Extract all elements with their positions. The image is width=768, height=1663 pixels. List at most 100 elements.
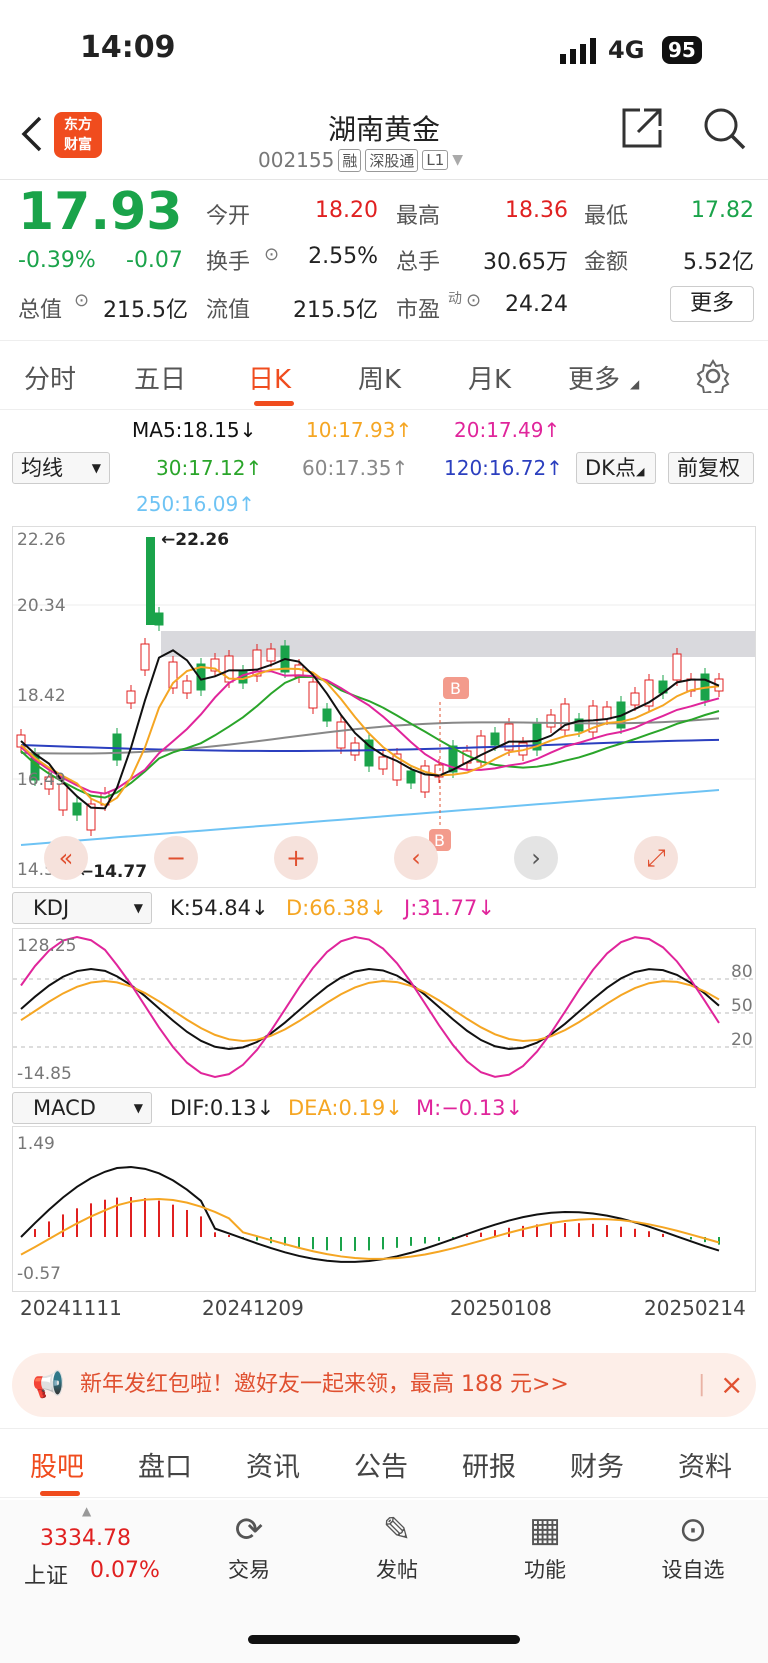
tag-connect: 深股通 — [365, 148, 419, 172]
tab-daily-k[interactable]: 日K — [248, 359, 291, 396]
zoom-in-icon[interactable]: + — [274, 836, 318, 880]
tab-research[interactable]: 研报 — [462, 1445, 516, 1484]
turnover-label: 换手 — [206, 250, 251, 275]
dock-post[interactable]: ✎ 发帖 — [342, 1510, 452, 1584]
change-value: -0.07 — [126, 248, 183, 273]
tab-more[interactable]: 更多 — [568, 359, 620, 396]
index-name: 上证 — [24, 1564, 69, 1589]
promo-text[interactable]: 新年发红包啦！邀好友一起来领，最高 188 元>> — [80, 1353, 569, 1417]
date-label: 20250108 — [450, 1296, 552, 1320]
tag-level: L1 — [422, 150, 449, 170]
gear-icon[interactable] — [696, 359, 730, 393]
macd-dea: DEA:0.19↓ — [288, 1096, 403, 1120]
tab-order-book[interactable]: 盘口 — [138, 1445, 192, 1484]
kdj-level-50: 50 — [731, 996, 753, 1016]
candle — [126, 690, 136, 704]
kdj-level-80: 80 — [731, 962, 753, 982]
tab-forum[interactable]: 股吧 — [30, 1445, 84, 1484]
volume-label: 总手 — [396, 250, 441, 275]
candle — [350, 742, 360, 756]
bottom-dock: ▲ 3334.78 上证 0.07% ⟳ 交易 ✎ 发帖 ▦ 功能 ⊙ 设自选 — [0, 1500, 768, 1663]
candle — [154, 612, 164, 626]
macd-y-top: 1.49 — [17, 1134, 55, 1154]
ma5-value: MA5:18.15↓ — [132, 418, 257, 442]
candle — [140, 643, 150, 671]
more-button[interactable]: 更多 — [670, 286, 754, 322]
more-icon: ⊙ — [678, 1510, 708, 1550]
y-label-top: 22.26 — [17, 530, 66, 550]
pe-sup: 动 — [448, 291, 462, 307]
pe-label: 市盈 — [396, 298, 441, 323]
tab-finance[interactable]: 财务 — [570, 1445, 624, 1484]
clock: 14:09 — [80, 30, 176, 65]
dock-function[interactable]: ▦ 功能 — [490, 1510, 600, 1584]
index-value[interactable]: 3334.78 — [40, 1526, 131, 1551]
tab-announcements[interactable]: 公告 — [354, 1445, 408, 1484]
kdj-d: D:66.38↓ — [286, 896, 387, 920]
candle — [476, 735, 486, 763]
tab-intraday[interactable]: 分时 — [24, 359, 76, 396]
kdj-chart[interactable]: 128.25 -14.85 80 50 20 — [12, 928, 756, 1088]
home-indicator — [248, 1635, 520, 1644]
candle — [490, 732, 500, 746]
kdj-selector[interactable]: KDJ ▼ — [12, 892, 152, 924]
gap-band — [161, 631, 755, 657]
info-icon[interactable]: ⊙ — [264, 244, 279, 265]
macd-dif: DIF:0.13↓ — [170, 1096, 275, 1120]
info-icon[interactable]: ⊙ — [466, 290, 481, 311]
dock-watchlist[interactable]: ⊙ 设自选 — [638, 1510, 748, 1584]
caret-down-icon[interactable]: ▼ — [452, 152, 463, 168]
high-value: 18.36 — [505, 198, 568, 223]
float-label: 流值 — [206, 298, 251, 323]
macd-selector[interactable]: MACD ▼ — [12, 1092, 152, 1124]
signal-icon — [560, 38, 596, 64]
candle — [602, 706, 612, 720]
ma10-value: 10:17.93↑ — [306, 418, 413, 442]
volume-value: 30.65万 — [483, 250, 568, 275]
dock-trade[interactable]: ⟳ 交易 — [194, 1510, 304, 1584]
macd-header: MACD ▼ DIF:0.13↓ DEA:0.19↓ M:−0.13↓ — [0, 1090, 768, 1130]
period-tabs: 分时 五日 日K 周K 月K 更多 ◢ — [0, 340, 768, 410]
kdj-j-line — [20, 935, 720, 1079]
share-icon[interactable] — [620, 106, 664, 150]
low-label: 最低 — [584, 204, 629, 229]
macd-chart[interactable]: 1.49 -0.57 — [12, 1126, 756, 1292]
kline-svg: 22.26 20.34 18.42 16.49 14.57 ←22.26 ←14… — [13, 530, 755, 882]
tab-weekly-k[interactable]: 周K — [358, 359, 401, 396]
grid-icon: ▦ — [528, 1510, 562, 1550]
fullscreen-icon[interactable]: ⤢ — [634, 836, 678, 880]
next-icon[interactable]: › — [514, 836, 558, 880]
kline-chart[interactable]: 22.26 20.34 18.42 16.49 14.57 ←22.26 ←14… — [12, 526, 756, 888]
ma-selector[interactable]: 均线 ▼ — [12, 452, 110, 484]
candle — [266, 648, 276, 662]
tab-five-day[interactable]: 五日 — [134, 359, 186, 396]
y-label-3: 18.42 — [17, 686, 66, 706]
candle — [546, 714, 556, 728]
adjust-button[interactable]: 前复权 — [668, 452, 754, 484]
pe-value: 24.24 — [505, 292, 568, 317]
promo-banner[interactable]: 📢 新年发红包啦！邀好友一起来领，最高 188 元>> | × — [12, 1353, 756, 1417]
kdj-svg: 128.25 -14.85 80 50 20 — [13, 935, 755, 1084]
candle — [72, 802, 82, 816]
tab-monthly-k[interactable]: 月K — [468, 359, 511, 396]
info-icon[interactable]: ⊙ — [74, 290, 89, 311]
zoom-out-icon[interactable]: − — [154, 836, 198, 880]
ma20-line — [20, 670, 720, 795]
rewind-icon[interactable]: « — [44, 836, 88, 880]
buy-signal-label: B — [450, 679, 461, 698]
stock-code: 002155 — [258, 148, 335, 172]
ma20-value: 20:17.49↑ — [454, 418, 561, 442]
close-icon[interactable]: × — [720, 1353, 743, 1417]
content-tabs: 股吧 盘口 资讯 公告 研报 财务 资料 — [0, 1428, 768, 1498]
tab-profile[interactable]: 资料 — [678, 1445, 732, 1484]
dk-point-button[interactable]: DK点◢ — [576, 452, 656, 484]
search-icon[interactable] — [702, 106, 746, 150]
kdj-j: J:31.77↓ — [404, 896, 495, 920]
y-label-4: 16.49 — [17, 770, 66, 790]
y-label-2: 20.34 — [17, 596, 66, 616]
kdj-y-top: 128.25 — [17, 936, 76, 956]
open-value: 18.20 — [315, 198, 378, 223]
prev-icon[interactable]: ‹ — [394, 836, 438, 880]
candle — [182, 680, 192, 694]
tab-news[interactable]: 资讯 — [246, 1445, 300, 1484]
